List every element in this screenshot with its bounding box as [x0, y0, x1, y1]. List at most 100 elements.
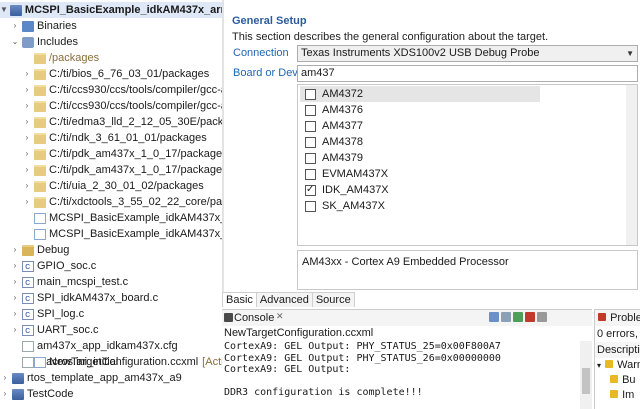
tree-includes[interactable]: ⌄ Includes: [10, 34, 78, 50]
tree-file[interactable]: am437x_app_idkam437x.cfg: [10, 338, 178, 354]
include-path-label: C:/ti/ccs930/ccs/tools/compiler/gcc-arm-…: [49, 100, 222, 112]
device-item[interactable]: AM4376: [300, 102, 540, 118]
c-file-icon: [22, 307, 34, 323]
tree-include-path[interactable]: › C:/ti/ndk_3_61_01_01/packages: [22, 130, 207, 146]
tree-project-rtos[interactable]: › rtos_template_app_am437x_a9: [0, 370, 182, 386]
device-item[interactable]: SK_AM437X: [300, 198, 540, 214]
device-checkbox[interactable]: [305, 168, 316, 180]
warning-icon: [610, 375, 618, 383]
close-icon[interactable]: ✕: [276, 311, 284, 322]
folder-icon: [34, 196, 46, 208]
console-scrollbar-thumb[interactable]: [582, 368, 590, 394]
pin-icon[interactable]: [489, 312, 499, 322]
folder-icon: [34, 52, 46, 64]
explorer-divider[interactable]: [222, 0, 224, 292]
chevron-right-icon[interactable]: ›: [10, 322, 20, 338]
device-item[interactable]: AM4379: [300, 150, 540, 166]
tree-target-config[interactable]: NewTargetConfiguration.ccxml [Active]: [22, 354, 222, 370]
file-label: GPIO_soc.c: [37, 260, 97, 272]
tree-include-path[interactable]: › C:/ti/uia_2_30_01_02/packages: [22, 178, 204, 194]
problems-item[interactable]: Im: [595, 388, 640, 403]
chevron-down-icon: ▼: [626, 49, 634, 58]
problems-icon: [598, 313, 606, 321]
device-label: AM4377: [322, 120, 363, 132]
tree-debug[interactable]: › Debug: [10, 242, 70, 258]
tree-file[interactable]: › UART_soc.c: [10, 322, 99, 339]
tab-basic[interactable]: Basic: [222, 292, 257, 307]
chevron-right-icon[interactable]: ›: [0, 386, 10, 402]
device-item[interactable]: IDK_AM437X: [300, 182, 540, 198]
console-output: CortexA9: GEL Output: PHY_STATUS_25=0x00…: [224, 341, 580, 409]
include-path-label: C:/ti/edma3_lld_2_12_05_30E/packages: [49, 116, 222, 128]
tree-project-root[interactable]: ▼ MCSPI_BasicExample_idkAM437x_armTestPr…: [0, 2, 222, 18]
chevron-right-icon[interactable]: ›: [22, 194, 32, 210]
tree-file[interactable]: › SPI_log.c: [10, 306, 84, 323]
device-list-scrollbar[interactable]: [626, 85, 637, 245]
tree-file[interactable]: › SPI_idkAM437x_board.c: [10, 290, 159, 307]
chevron-down-icon[interactable]: ▾: [597, 361, 601, 370]
warning-icon: [605, 360, 614, 368]
file-label: am437x_app_idkam437x.cfg: [37, 340, 178, 352]
chevron-right-icon[interactable]: ›: [22, 162, 32, 178]
device-checkbox[interactable]: [305, 104, 316, 116]
device-item[interactable]: AM4372: [300, 86, 540, 102]
tree-include-path[interactable]: /packages: [22, 50, 99, 66]
board-filter-input[interactable]: am437: [297, 65, 638, 82]
chevron-right-icon[interactable]: ›: [10, 306, 20, 322]
tree-binaries[interactable]: › Binaries: [10, 18, 77, 34]
tree-include-path[interactable]: › C:/ti/xdctools_3_55_02_22_core/packages: [22, 194, 222, 210]
tree-include-path[interactable]: MCSPI_BasicExample_idkAM437x_armTestP: [22, 210, 222, 226]
folder-icon: [34, 180, 46, 192]
device-checkbox[interactable]: [305, 136, 316, 148]
tree-include-path[interactable]: MCSPI_BasicExample_idkAM437x_armTestP: [22, 226, 222, 242]
chevron-right-icon[interactable]: ›: [22, 98, 32, 114]
tree-include-path[interactable]: › C:/ti/edma3_lld_2_12_05_30E/packages: [22, 114, 222, 130]
chevron-right-icon[interactable]: ›: [10, 274, 20, 290]
device-checkbox[interactable]: [305, 120, 316, 132]
chevron-right-icon[interactable]: ›: [22, 114, 32, 130]
tab-source[interactable]: Source: [311, 292, 355, 307]
chevron-right-icon[interactable]: ›: [0, 370, 10, 386]
device-checkbox[interactable]: [305, 200, 316, 212]
problems-tab[interactable]: Problem: [595, 309, 640, 326]
chevron-right-icon[interactable]: ›: [10, 242, 20, 258]
terminate-icon[interactable]: [525, 312, 535, 322]
chevron-down-icon[interactable]: ⌄: [10, 34, 20, 50]
menu-icon[interactable]: [537, 312, 547, 322]
connection-select[interactable]: Texas Instruments XDS100v2 USB Debug Pro…: [297, 45, 638, 62]
tree-project-testcode[interactable]: › TestCode: [0, 386, 74, 402]
project-icon: [9, 4, 22, 16]
tree-include-path[interactable]: › C:/ti/bios_6_76_03_01/packages: [22, 66, 210, 82]
chevron-right-icon[interactable]: ›: [10, 290, 20, 306]
file-label: SPI_idkAM437x_board.c: [37, 292, 159, 304]
chevron-right-icon[interactable]: ›: [22, 66, 32, 82]
device-checkbox[interactable]: [305, 182, 316, 198]
tree-include-path[interactable]: › C:/ti/pdk_am437x_1_0_17/packages: [22, 146, 222, 162]
problems-warnings-group[interactable]: ▾ Warn: [595, 358, 640, 373]
problems-column-header[interactable]: Descriptio: [595, 342, 640, 358]
device-item[interactable]: AM4377: [300, 118, 540, 134]
tree-file[interactable]: › GPIO_soc.c: [10, 258, 97, 275]
chevron-right-icon[interactable]: ›: [22, 82, 32, 98]
tree-include-path[interactable]: › C:/ti/ccs930/ccs/tools/compiler/gcc-arm…: [22, 82, 222, 98]
display-icon[interactable]: [501, 312, 511, 322]
tree-include-path[interactable]: › C:/ti/ccs930/ccs/tools/compiler/gcc-arm…: [22, 98, 222, 114]
chevron-right-icon[interactable]: ›: [10, 258, 20, 274]
tab-advanced[interactable]: Advanced: [255, 292, 313, 307]
project-icon: [12, 388, 24, 400]
device-item[interactable]: EVMAM437X: [300, 166, 540, 182]
device-item[interactable]: AM4378: [300, 134, 540, 150]
chevron-right-icon[interactable]: ›: [10, 18, 20, 34]
device-checkbox[interactable]: [305, 88, 316, 100]
chevron-right-icon[interactable]: ›: [22, 146, 32, 162]
chevron-right-icon[interactable]: ›: [22, 178, 32, 194]
console-title[interactable]: Console: [234, 312, 274, 324]
device-checkbox[interactable]: [305, 152, 316, 164]
chevron-down-icon[interactable]: ▼: [0, 2, 8, 18]
tree-include-path[interactable]: › C:/ti/pdk_am437x_1_0_17/packages/ti/drv…: [22, 162, 222, 178]
tree-file[interactable]: › main_mcspi_test.c: [10, 274, 128, 291]
new-console-icon[interactable]: [513, 312, 523, 322]
chevron-right-icon[interactable]: ›: [22, 130, 32, 146]
problems-item[interactable]: Bu: [595, 373, 640, 388]
include-path-label: MCSPI_BasicExample_idkAM437x_armTestP: [49, 212, 222, 224]
